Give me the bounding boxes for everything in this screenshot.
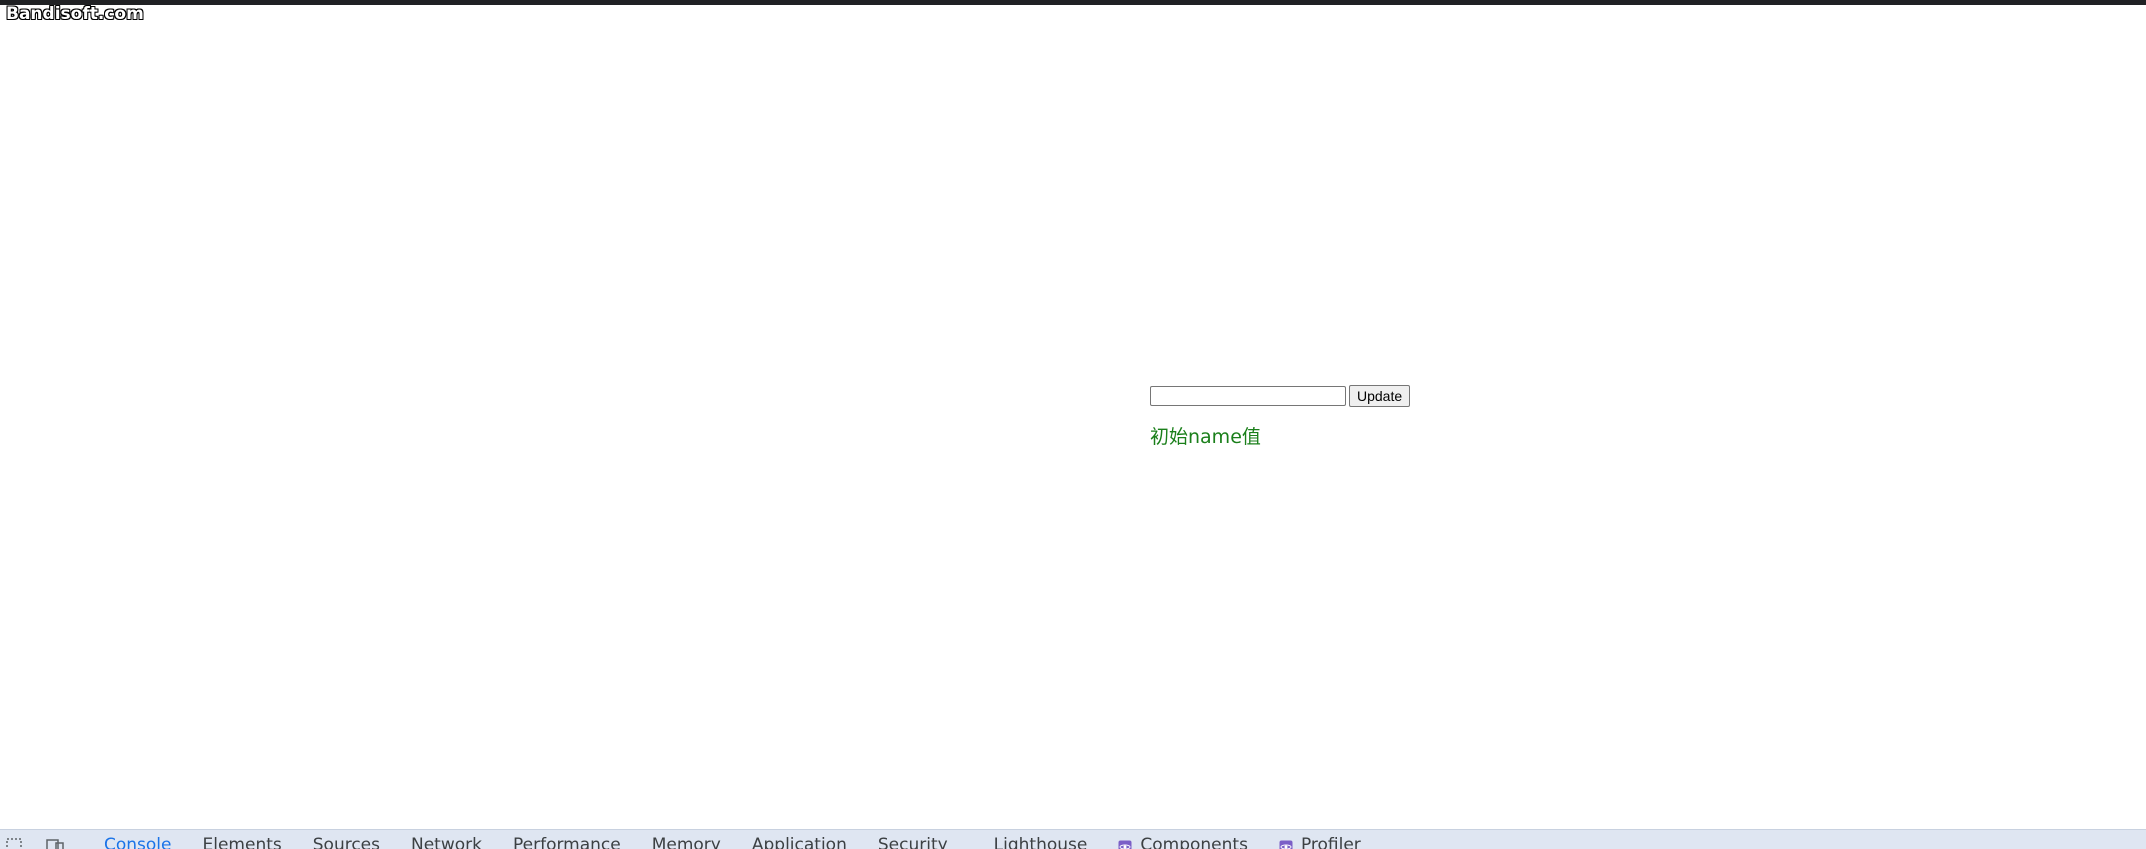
tab-console[interactable]: Console [104, 835, 172, 849]
tab-security[interactable]: Security [878, 835, 948, 849]
name-input[interactable] [1150, 386, 1346, 406]
device-toolbar-icon[interactable] [46, 838, 64, 849]
update-button[interactable]: Update [1349, 385, 1411, 407]
devtools-tabs: Console Elements Sources Network Perform… [104, 835, 1392, 849]
tab-lighthouse[interactable]: Lighthouse [994, 835, 1088, 849]
tab-application[interactable]: Application [752, 835, 847, 849]
tab-components[interactable]: Components [1118, 835, 1248, 849]
window-top-strip [0, 0, 2146, 5]
tab-memory[interactable]: Memory [652, 835, 721, 849]
inspect-element-icon[interactable] [6, 838, 24, 849]
devtools-tab-bar: Console Elements Sources Network Perform… [0, 829, 2146, 849]
input-row: Update [1150, 385, 1411, 407]
react-icon [1279, 839, 1293, 849]
name-display: 初始name值 [1150, 426, 1261, 448]
tab-network[interactable]: Network [411, 835, 482, 849]
app-container: Update 初始name值 [1150, 385, 1411, 448]
tab-performance[interactable]: Performance [513, 835, 621, 849]
tab-sources[interactable]: Sources [313, 835, 380, 849]
tab-profiler[interactable]: Profiler [1279, 835, 1361, 849]
react-icon [1118, 839, 1132, 849]
bandisoft-watermark: Bandisoft.com [6, 4, 144, 24]
tab-elements[interactable]: Elements [203, 835, 282, 849]
